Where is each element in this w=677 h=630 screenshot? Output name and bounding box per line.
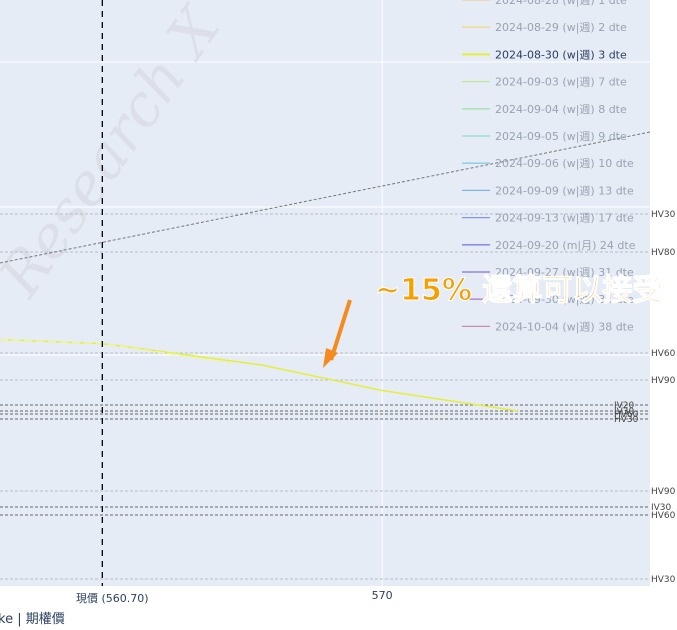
current-price-label: 現價 (560.70)	[76, 591, 149, 605]
legend-label: 2024-09-06 (w|週) 10 dte	[495, 157, 634, 170]
reference-label: HV30	[651, 575, 676, 585]
legend-label: 2024-09-04 (w|週) 8 dte	[495, 103, 627, 116]
legend-label: 2024-08-29 (w|週) 2 dte	[495, 21, 627, 34]
legend-label: 2024-08-30 (w|週) 3 dte	[495, 48, 627, 61]
legend-label: 2024-09-13 (w|週) 17 dte	[495, 212, 634, 225]
footer-text: ke | 期權價	[0, 612, 65, 627]
reference-label: HV60	[651, 349, 676, 359]
reference-label: HV30	[614, 415, 639, 425]
reference-label: HV80	[651, 248, 676, 258]
reference-label: HV30	[651, 210, 676, 220]
reference-label: HV60	[651, 511, 676, 521]
annotation-text: ~15% 還算可以接受	[375, 273, 662, 308]
legend-label: 2024-10-04 (w|週) 38 dte	[495, 320, 634, 333]
legend-label: 2024-09-03 (w|週) 7 dte	[495, 76, 627, 89]
reference-label: HV90	[651, 487, 676, 497]
legend-label: 2024-09-20 (m|月) 24 dte	[495, 239, 636, 252]
legend-label: 2024-08-28 (w|週) 1 dte	[495, 0, 627, 7]
chart: Research X HV30HV80HV60HV90IV20IV30HV60H…	[0, 0, 676, 627]
legend-label: 2024-09-05 (w|週) 9 dte	[495, 130, 627, 143]
legend-label: 2024-09-09 (w|週) 13 dte	[495, 184, 634, 197]
x-axis-ticks: 570	[372, 589, 393, 602]
x-tick-label: 570	[372, 589, 393, 602]
reference-label: HV90	[651, 376, 676, 386]
